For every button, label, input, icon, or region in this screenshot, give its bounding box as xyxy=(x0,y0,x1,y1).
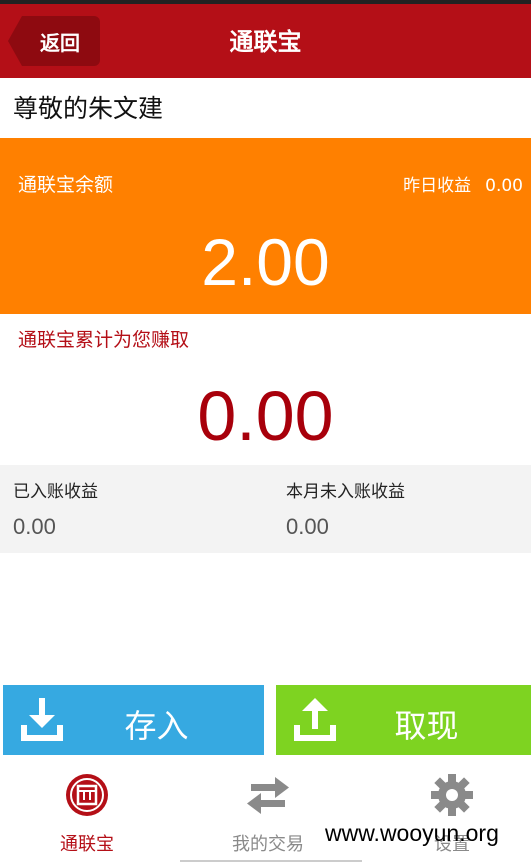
pending-earnings: 本月未入账收益 0.00 xyxy=(286,477,405,540)
tab-label: 通联宝 xyxy=(60,834,114,855)
yesterday-earnings-label: 昨日收益 xyxy=(403,176,472,196)
cumulative-amount: 0.00 xyxy=(197,377,334,455)
balance-card: 通联宝余额 昨日收益 0.00 2.00 xyxy=(0,138,531,314)
exchange-arrows-icon xyxy=(247,777,289,814)
tab-tonglianbao[interactable]: 通联宝 xyxy=(27,772,147,856)
greeting-text: 尊敬的朱文建 xyxy=(13,94,164,123)
app-screen: 返回 通联宝 尊敬的朱文建 通联宝余额 昨日收益 0.00 2.00 通联宝累计为… xyxy=(0,0,531,862)
pending-earnings-value: 0.00 xyxy=(286,514,329,539)
yesterday-earnings-value: 0.00 xyxy=(485,176,523,196)
deposit-button[interactable]: 存入 xyxy=(3,685,264,755)
earnings-row: 已入账收益 0.00 本月未入账收益 0.00 xyxy=(0,465,531,553)
gear-icon xyxy=(431,774,473,816)
pending-earnings-label: 本月未入账收益 xyxy=(286,482,405,502)
yesterday-earnings: 昨日收益 0.00 xyxy=(403,171,523,196)
tonglianbao-icon xyxy=(66,774,108,816)
withdraw-button[interactable]: 取现 xyxy=(276,685,531,755)
cumulative-label: 通联宝累计为您赚取 xyxy=(18,329,190,351)
watermark-text: www.wooyun.org xyxy=(325,820,499,846)
balance-label: 通联宝余额 xyxy=(18,174,114,196)
header-bar: 返回 通联宝 xyxy=(0,0,531,78)
balance-amount: 2.00 xyxy=(201,225,330,299)
deposit-button-label: 存入 xyxy=(124,707,189,745)
credited-earnings: 已入账收益 0.00 xyxy=(13,477,98,540)
page-title: 通联宝 xyxy=(229,28,302,56)
bottom-tab-bar: 通联宝 我的交易 设置 xyxy=(0,762,531,862)
tab-my-transactions[interactable]: 我的交易 xyxy=(208,772,328,856)
withdraw-button-label: 取现 xyxy=(394,707,459,745)
tab-label: 我的交易 xyxy=(232,834,304,855)
credited-earnings-label: 已入账收益 xyxy=(13,482,98,502)
credited-earnings-value: 0.00 xyxy=(13,514,56,539)
